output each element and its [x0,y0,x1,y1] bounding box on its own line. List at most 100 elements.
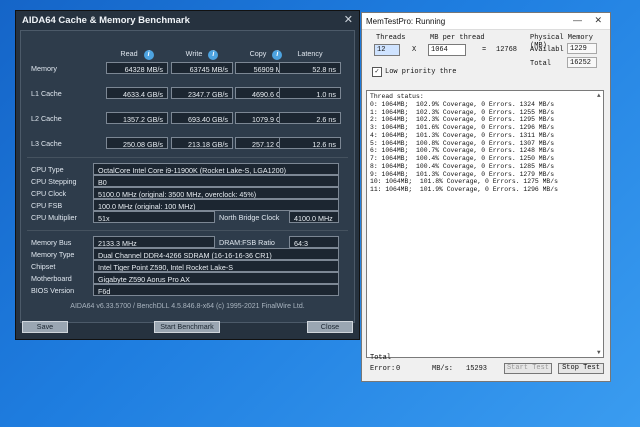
l3-latency-value: 12.6 ns [279,137,341,149]
thread-status-line: 6: 1064MB; 100.7% Coverage, 0 Errors. 12… [370,147,555,155]
read-header-label: Read [120,49,138,58]
available-value: 1229 [567,43,597,54]
bench-row-label: Memory [31,64,57,73]
l3-write-value: 213.18 GB/s [171,137,233,149]
aida64-titlebar[interactable]: AIDA64 Cache & Memory Benchmark ✕ [16,11,359,29]
copyright-text: AIDA64 v6.33.5700 / BenchDLL 4.5.846.8-x… [70,303,305,310]
thread-status-line: 10: 1064MB; 101.8% Coverage, 0 Errors. 1… [370,178,558,186]
close-button[interactable]: Close [307,321,353,333]
minimize-icon[interactable]: — [573,15,582,25]
start-test-button[interactable]: Start Test [504,363,552,374]
bench-row-label: L1 Cache [31,89,62,98]
memtestpro-titlebar[interactable]: MemTestPro: Running — ✕ [362,13,610,30]
memory-read-value: 64328 MB/s [106,62,168,74]
save-button[interactable]: Save [22,321,68,333]
thread-status-log[interactable]: Thread status: 0: 1064MB; 102.9% Coverage… [366,90,604,358]
thread-status-line: 2: 1064MB; 102.3% Coverage, 0 Errors. 12… [370,116,555,124]
l2-latency-value: 2.6 ns [279,112,341,124]
motherboard-label: Motherboard [31,274,72,283]
cpu-multiplier-value: 51x [93,211,215,223]
write-header: Write i [171,49,233,60]
cpu-type-value: OctalCore Intel Core i9-11900K (Rocket L… [93,163,339,175]
thread-status-line: 8: 1064MB; 100.4% Coverage, 0 Errors. 12… [370,162,555,170]
mbs-value: 15293 [466,365,488,373]
cpu-fsb-label: CPU FSB [31,201,63,210]
start-benchmark-button[interactable]: Start Benchmark [154,321,220,333]
equals-sign: = [482,46,487,54]
write-header-label: Write [185,49,203,58]
close-icon[interactable]: ✕ [594,15,602,26]
north-bridge-label: North Bridge Clock [219,213,280,222]
cpu-fsb-value: 100.0 MHz (original: 100 MHz) [93,199,339,211]
l3-read-value: 250.08 GB/s [106,137,168,149]
thread-status-line: 0: 1064MB; 102.9% Coverage, 0 Errors. 13… [370,100,555,108]
memory-type-label: Memory Type [31,250,75,259]
cpu-type-label: CPU Type [31,165,64,174]
read-header: Read i [106,49,168,60]
bench-row-l3: L3 Cache 250.08 GB/s 213.18 GB/s 257.12 … [21,137,354,151]
low-priority-label: Low priority thre [385,68,457,76]
l2-read-value: 1357.2 GB/s [106,112,168,124]
cpu-clock-value: 5100.0 MHz (original: 3500 MHz, overcloc… [93,187,339,199]
chipset-label: Chipset [31,262,56,271]
bios-label: BIOS Version [31,286,75,295]
bios-row: BIOS Version F6d [21,284,354,298]
memory-bus-label: Memory Bus [31,238,72,247]
available-label: Availabl [530,46,564,54]
total-label: Total [530,60,552,68]
latency-header: Latency [279,49,341,58]
status-header: Thread status: [370,93,424,100]
total-value: 16252 [567,57,597,68]
cpu-clock-label: CPU Clock [31,189,67,198]
cpu-stepping-value: B0 [93,175,339,187]
thread-status-line: 7: 1064MB; 100.4% Coverage, 0 Errors. 12… [370,155,555,162]
thread-status-line: 11: 1064MB; 101.9% Coverage, 0 Errors. 1… [370,186,558,193]
close-icon[interactable]: ✕ [344,13,353,26]
memtestpro-title: MemTestPro: Running [366,16,446,26]
threads-label: Threads [376,34,406,42]
bios-value: F6d [93,284,339,296]
divider [27,230,348,231]
memory-type-value: Dual Channel DDR4-4266 SDRAM (16-16-16-3… [93,248,339,260]
memory-bus-value: 2133.3 MHz [93,236,215,248]
scroll-down-icon[interactable]: ▼ [597,349,604,356]
north-bridge-value: 4100.0 MHz [289,211,339,223]
l1-write-value: 2347.7 GB/s [171,87,233,99]
mb-per-thread-label: MB per thread [430,34,485,42]
threads-input[interactable]: 12 [374,44,400,56]
l1-read-value: 4633.4 GB/s [106,87,168,99]
thread-status-line: 3: 1064MB; 101.6% Coverage, 0 Errors. 12… [370,124,555,131]
total-section-label: Total [370,354,392,362]
benchmark-panel: Read i Write i Copy i Latency Memory 64328 … [20,30,355,323]
aida64-title: AIDA64 Cache & Memory Benchmark [22,14,190,26]
thread-status-line: 5: 1064MB; 100.8% Coverage, 0 Errors. 13… [370,139,555,147]
l1-latency-value: 1.0 ns [279,87,341,99]
mb-per-thread-input[interactable]: 1064 [428,44,466,56]
dram-ratio-value: 64:3 [289,236,339,248]
cpu-multiplier-row: CPU Multiplier 51x North Bridge Clock 41… [21,211,354,225]
latency-header-label: Latency [297,49,323,58]
dram-ratio-label: DRAM:FSB Ratio [219,238,275,247]
info-icon[interactable]: i [143,50,154,60]
error-label: Error: [370,365,396,373]
memtestpro-window: MemTestPro: Running — ✕ Threads 12 X MB … [361,12,611,382]
divider [27,157,348,158]
chipset-value: Intel Tiger Point Z590, Intel Rocket Lak… [93,260,339,272]
checkmark-icon[interactable]: ✓ [372,67,382,77]
cpu-multiplier-label: CPU Multiplier [31,213,77,222]
error-value: 0 [396,365,401,373]
motherboard-value: Gigabyte Z590 Aorus Pro AX [93,272,339,284]
low-priority-checkbox[interactable]: ✓ Low priority thre [372,67,456,77]
cpu-stepping-label: CPU Stepping [31,177,77,186]
l2-write-value: 693.40 GB/s [171,112,233,124]
info-icon[interactable]: i [208,50,219,60]
bench-row-l2: L2 Cache 1357.2 GB/s 693.40 GB/s 1079.9 … [21,112,354,126]
scroll-up-icon[interactable]: ▲ [597,92,604,99]
bench-row-memory: Memory 64328 MB/s 63745 MB/s 56909 MB/s … [21,62,354,76]
bench-row-label: L2 Cache [31,114,62,123]
memory-latency-value: 52.8 ns [279,62,341,74]
thread-status-line: 4: 1064MB; 101.3% Coverage, 0 Errors. 13… [370,131,555,139]
bench-row-l1: L1 Cache 4633.4 GB/s 2347.7 GB/s 4690.6 … [21,87,354,101]
thread-status-line: 1: 1064MB; 102.3% Coverage, 0 Errors. 12… [370,108,555,116]
stop-test-button[interactable]: Stop Test [558,363,604,374]
